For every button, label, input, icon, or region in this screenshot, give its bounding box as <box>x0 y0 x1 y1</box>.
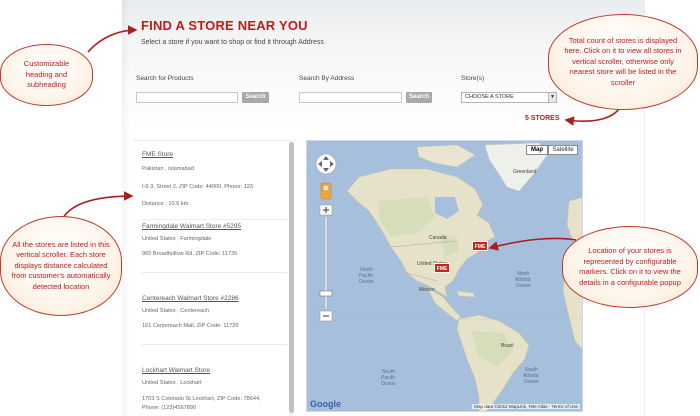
map-type-satellite-button[interactable]: Satellite <box>548 145 578 155</box>
store-marker[interactable]: FME <box>472 241 488 251</box>
zoom-slider-thumb <box>319 290 333 297</box>
annotation-text: Total count of stores is displayed here.… <box>564 35 682 87</box>
store-distance: Distance : 10.6 km <box>142 201 189 207</box>
store-location: Pakistan , Islamabad <box>142 166 194 172</box>
list-item[interactable]: FME Store Pakistan , Islamabad I-9 3, St… <box>142 151 287 220</box>
annotation-text: All the stores are listed in this vertic… <box>11 239 111 291</box>
chevron-down-icon: ▼ <box>548 93 556 102</box>
page-title: FIND A STORE NEAR YOU <box>141 18 308 33</box>
store-name[interactable]: FME Store <box>142 151 287 158</box>
map-type-map-button[interactable]: Map <box>526 145 548 155</box>
annotation-heading: Customizable heading and subheading <box>0 44 93 106</box>
store-phone: Phone: (123)4567890 <box>142 405 197 411</box>
pegman-icon <box>320 182 332 200</box>
ocean-label: South Atlantic Ocean <box>523 367 540 385</box>
store-location: United States , Lockhart <box>142 380 202 386</box>
store-address: 1703 S Colorado St Lockhart, ZIP Code: 7… <box>142 396 261 402</box>
annotation-text: Location of your stores is represented b… <box>579 246 681 287</box>
store-list: FME Store Pakistan , Islamabad I-9 3, St… <box>133 140 297 416</box>
stores-select-label: Store(s) <box>461 75 485 82</box>
ocean-label: North Atlantic Ocean <box>515 271 532 289</box>
store-address: I-9 3, Street 2, ZIP Code: 44000, Phone:… <box>142 184 253 190</box>
ocean-label: South Pacific Ocean <box>381 369 396 387</box>
store-location: United States , Centereach <box>142 308 210 314</box>
store-name[interactable]: Centereach Walmart Store #2286 <box>142 295 287 302</box>
address-search-label: Search By Address <box>299 75 355 82</box>
list-scrollbar-thumb[interactable] <box>289 142 294 413</box>
divider <box>142 272 287 273</box>
arctic-islands <box>416 144 476 168</box>
store-address: 965 Broadhollow Rd, ZIP Code: 11735 <box>142 251 238 257</box>
annotation-store-count: Total count of stores is displayed here.… <box>548 14 698 110</box>
store-location: United States , Farmingdale <box>142 236 212 242</box>
products-search-input[interactable] <box>136 92 238 103</box>
country-label: Greenland <box>513 169 537 175</box>
store-count-link[interactable]: 5 STORES <box>525 115 560 122</box>
page-subtitle: Select a store if you want to shop or fi… <box>141 39 324 46</box>
caribbean-islands <box>456 290 476 298</box>
google-logo: Google <box>310 399 341 409</box>
map-copyright: Map data ©2012 MapLink, Tele Atlas · Ter… <box>472 404 580 409</box>
list-item[interactable]: Farmingdale Walmart Store #5295 United S… <box>142 223 287 273</box>
ocean-label: North Pacific Ocean <box>359 267 374 285</box>
stores-select[interactable]: CHOOSE A STORE ▼ <box>461 92 557 103</box>
store-name[interactable]: Farmingdale Walmart Store #5295 <box>142 223 287 230</box>
divider <box>142 219 287 220</box>
pegman-head <box>323 185 329 191</box>
panel-shade <box>122 0 130 416</box>
annotation-store-list: All the stores are listed in this vertic… <box>0 216 122 316</box>
map-canvas <box>307 142 582 411</box>
country-label: Mexico <box>419 287 435 293</box>
list-item[interactable]: Centereach Walmart Store #2286 United St… <box>142 295 287 345</box>
products-search-button[interactable]: Search <box>242 92 269 103</box>
list-item[interactable]: Lockhart Walmart Store United States , L… <box>142 367 287 411</box>
address-search-input[interactable] <box>299 92 402 103</box>
stores-select-value: CHOOSE A STORE <box>465 94 514 100</box>
store-marker[interactable]: FME <box>434 263 450 273</box>
annotation-marker: Location of your stores is represented b… <box>562 226 698 308</box>
products-search-label: Search for Products <box>136 75 194 82</box>
store-address: 161 Centereach Mall, ZIP Code: 11720 <box>142 323 239 329</box>
annotation-text: Customizable heading and subheading <box>23 59 70 90</box>
divider <box>142 344 287 345</box>
address-search-button[interactable]: Search <box>406 92 432 103</box>
store-name[interactable]: Lockhart Walmart Store <box>142 367 287 374</box>
store-map[interactable]: North Pacific Ocean North Atlantic Ocean… <box>306 140 583 412</box>
country-label: Brazil <box>501 343 514 349</box>
country-label: Canada <box>429 235 447 241</box>
